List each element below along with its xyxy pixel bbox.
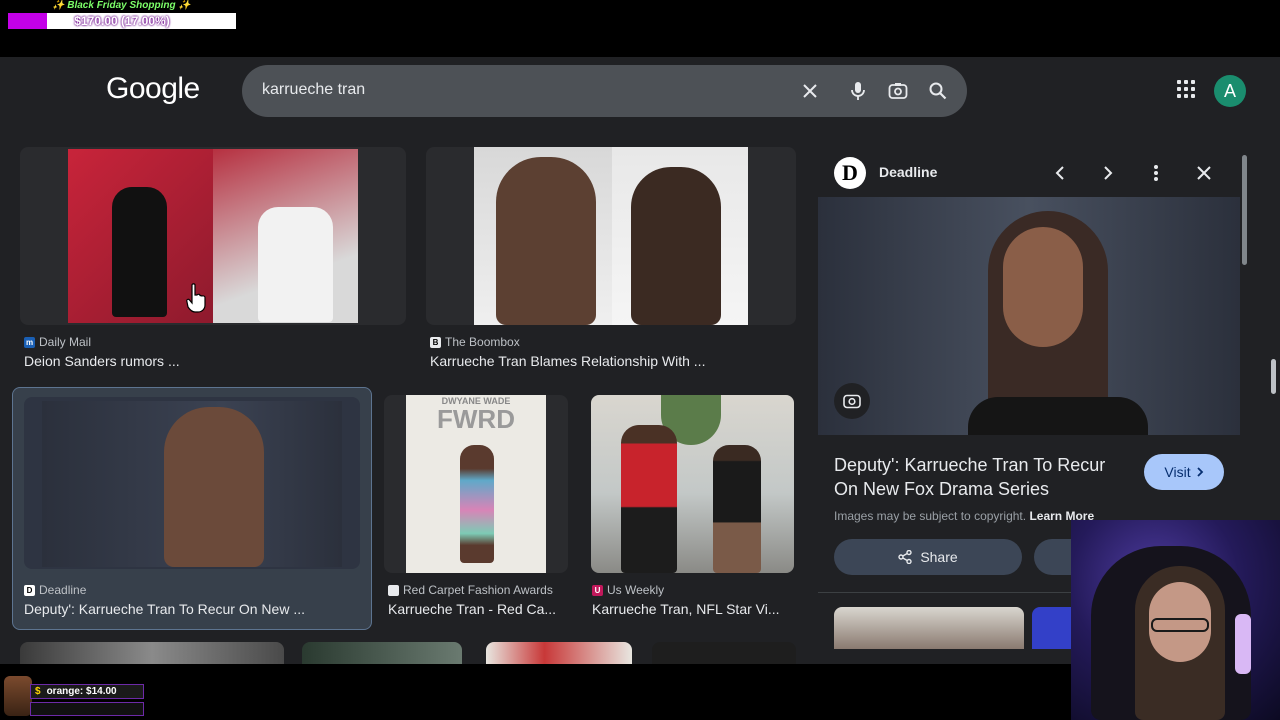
webcam-overlay: [1071, 520, 1280, 720]
goal-amount: $170.00 (17.00%): [74, 14, 170, 28]
chat-avatar: [4, 676, 32, 716]
result-image-the-boombox[interactable]: [426, 147, 796, 325]
goal-title: ✨ Black Friday Shopping ✨: [52, 0, 191, 11]
donation-goal-widget: ✨ Black Friday Shopping ✨ $170.00 (17.00…: [8, 0, 238, 30]
fwrd-text: FWRD: [437, 404, 515, 434]
result-source[interactable]: Red Carpet Fashion Awards: [388, 583, 553, 597]
result-title[interactable]: Deputy': Karrueche Tran To Recur On New …: [24, 601, 360, 617]
previous-icon[interactable]: [1046, 159, 1074, 187]
close-icon[interactable]: [1190, 159, 1218, 187]
apps-grid-icon[interactable]: [1174, 77, 1198, 101]
result-source[interactable]: D Deadline: [24, 583, 86, 597]
result-title[interactable]: Karrueche Tran - Red Ca...: [388, 601, 568, 617]
daily-mail-favicon-icon: m: [24, 336, 35, 348]
red-carpet-favicon-icon: [388, 584, 399, 596]
panel-source-name[interactable]: Deadline: [879, 164, 937, 180]
dollar-icon: $: [35, 686, 41, 697]
page-scrollbar-thumb[interactable]: [1271, 359, 1276, 394]
result-source[interactable]: B The Boombox: [430, 335, 520, 349]
result-image-row3-2[interactable]: [302, 642, 462, 664]
share-icon: [898, 550, 913, 564]
result-title[interactable]: Karrueche Tran, NFL Star Vi...: [592, 601, 792, 617]
share-button[interactable]: Share: [834, 539, 1022, 575]
result-image-daily-mail[interactable]: [20, 147, 406, 325]
result-image-row3-1[interactable]: [20, 642, 284, 664]
deadline-logo[interactable]: D: [834, 157, 866, 189]
microphone-icon[interactable]: [844, 77, 872, 105]
result-image-deadline[interactable]: [24, 397, 360, 569]
account-avatar[interactable]: A: [1214, 75, 1246, 107]
result-image-row3-3[interactable]: [486, 642, 632, 664]
related-image[interactable]: [834, 607, 1024, 649]
result-title[interactable]: Deion Sanders rumors ...: [24, 353, 384, 369]
more-options-icon[interactable]: [1142, 159, 1170, 187]
search-box[interactable]: karrueche tran: [242, 65, 967, 117]
preview-image[interactable]: [818, 197, 1240, 435]
clear-icon[interactable]: [796, 77, 824, 105]
chat-overlay: $ orange: $14.00: [0, 676, 150, 720]
visit-button[interactable]: Visit: [1144, 454, 1224, 490]
chat-message: $ orange: $14.00: [30, 684, 144, 699]
next-icon[interactable]: [1094, 159, 1122, 187]
result-image-row3-4[interactable]: [652, 642, 796, 664]
panel-title[interactable]: Deputy': Karrueche Tran To Recur On New …: [834, 453, 1124, 501]
lens-camera-icon[interactable]: [884, 77, 912, 105]
result-image-us-weekly[interactable]: [591, 395, 794, 573]
copyright-notice: Images may be subject to copyright. Lear…: [834, 509, 1095, 523]
result-source[interactable]: U Us Weekly: [592, 583, 664, 597]
goal-progress-bar: $170.00 (17.00%): [8, 13, 236, 29]
hand-cursor-icon: [186, 283, 206, 313]
boombox-favicon-icon: B: [430, 336, 441, 348]
result-source[interactable]: m Daily Mail: [24, 335, 91, 349]
deadline-favicon-icon: D: [24, 584, 35, 596]
result-image-red-carpet[interactable]: DWYANE WADE FWRD: [384, 395, 568, 573]
search-input[interactable]: karrueche tran: [262, 81, 365, 99]
search-icon[interactable]: [924, 77, 952, 105]
us-weekly-favicon-icon: U: [592, 584, 603, 596]
chevron-right-icon: [1196, 467, 1203, 477]
result-title[interactable]: Karrueche Tran Blames Relationship With …: [430, 353, 790, 369]
lens-search-icon[interactable]: [834, 383, 870, 419]
panel-scrollbar-thumb[interactable]: [1242, 155, 1247, 265]
chat-message-empty: [30, 702, 144, 716]
google-logo[interactable]: Google: [106, 72, 200, 106]
